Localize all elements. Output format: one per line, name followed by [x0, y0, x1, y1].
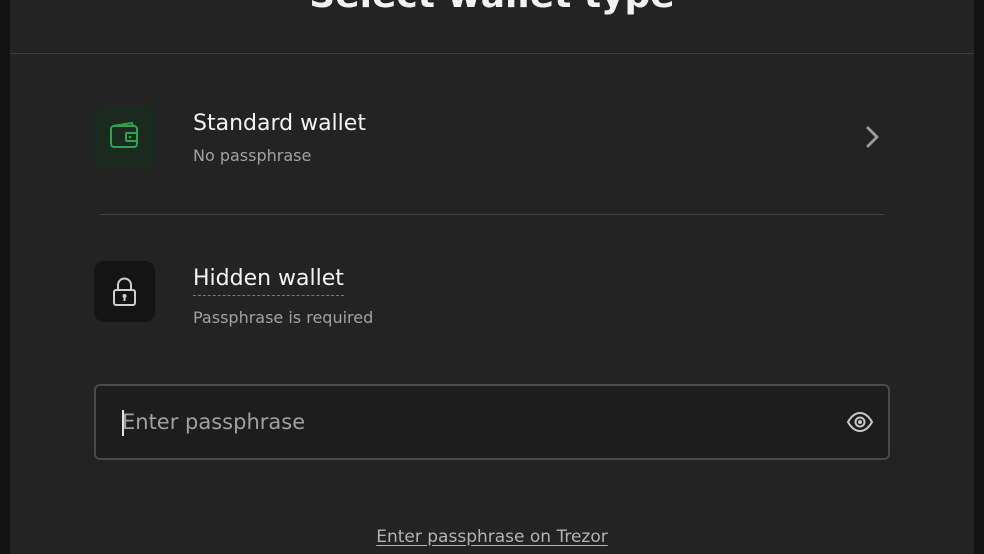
- modal-header: Select wallet type: [10, 0, 974, 54]
- standard-wallet-option[interactable]: Standard wallet No passphrase: [94, 105, 884, 171]
- wallet-icon: [110, 121, 138, 148]
- enter-on-trezor-link[interactable]: Enter passphrase on Trezor: [376, 527, 608, 547]
- standard-wallet-title: Standard wallet: [193, 111, 366, 136]
- options-divider: [100, 214, 884, 215]
- passphrase-input[interactable]: [122, 386, 822, 458]
- wallet-type-modal: Select wallet type Standard wallet No pa…: [10, 0, 974, 554]
- modal-title: Select wallet type: [10, 0, 974, 16]
- lock-icon-box: [94, 261, 155, 322]
- standard-wallet-subtitle: No passphrase: [193, 146, 312, 165]
- passphrase-field: [94, 384, 890, 460]
- hidden-wallet-subtitle: Passphrase is required: [193, 308, 374, 327]
- lock-icon: [113, 277, 136, 306]
- enter-on-trezor-container: Enter passphrase on Trezor: [10, 526, 974, 548]
- hidden-wallet-option[interactable]: Hidden wallet Passphrase is required: [94, 260, 884, 340]
- hidden-wallet-title: Hidden wallet: [193, 265, 344, 296]
- wallet-icon-box: [94, 106, 155, 167]
- eye-icon[interactable]: [846, 408, 874, 436]
- chevron-right-icon[interactable]: [860, 125, 884, 149]
